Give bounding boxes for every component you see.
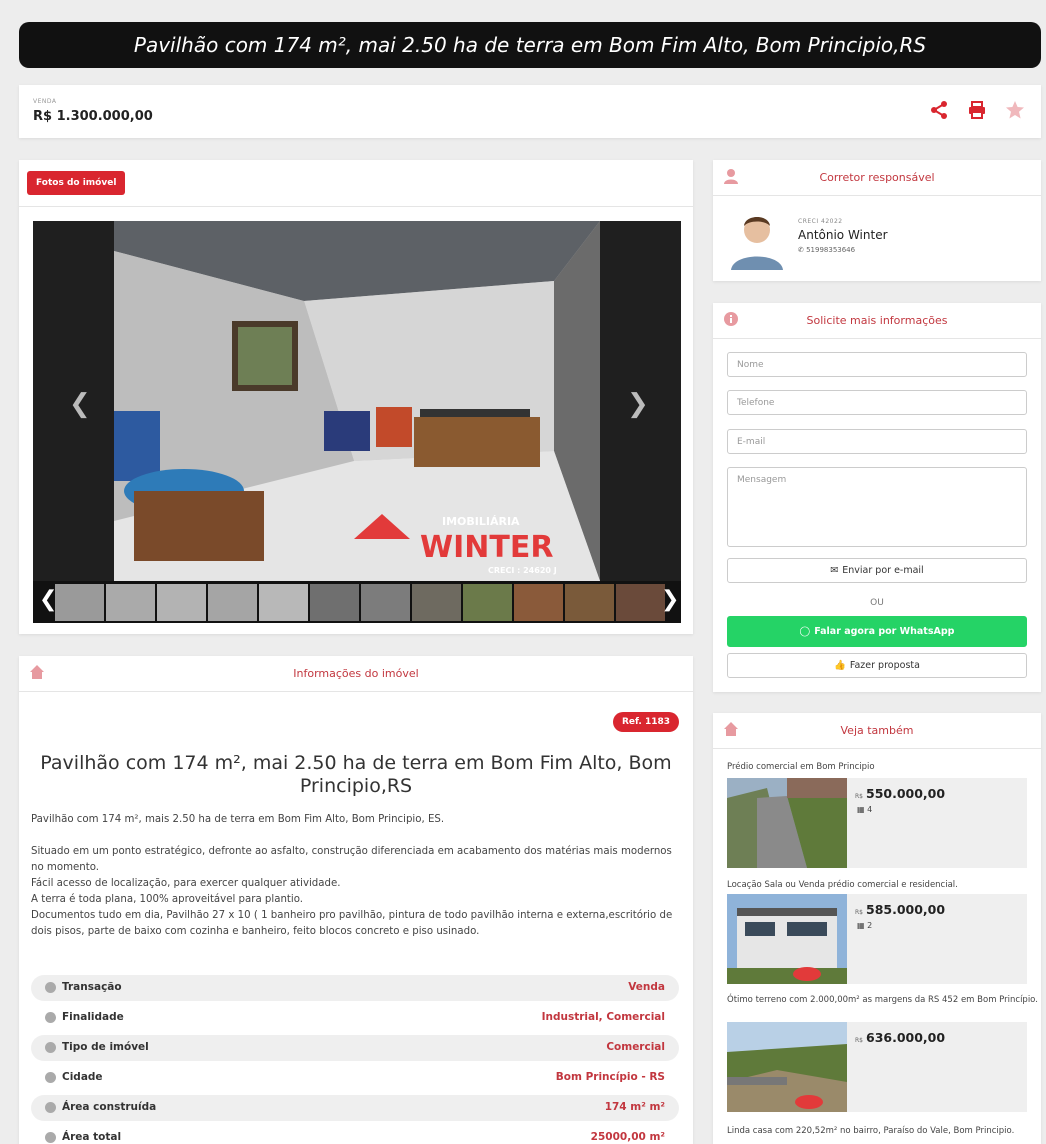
related-properties-card: Veja também Prédio comercial em Bom Prin… [713,713,1041,1144]
thumbnail[interactable] [55,584,104,621]
share-icon[interactable] [929,100,949,120]
broker-phone[interactable]: ✆ 51998353646 [798,246,855,254]
form-section-title: Solicite mais informações [806,314,948,327]
whatsapp-button[interactable]: ◯ Falar agora por WhatsApp [727,616,1027,647]
watermark-name: WINTER [420,530,553,565]
feature-row-tipo: Tipo de imóvel Comercial [31,1035,679,1061]
broker-card: Corretor responsável CRECI 42022 Antônio… [713,160,1041,281]
send-email-button[interactable]: ✉ Enviar por e-mail [727,558,1027,583]
bullet-icon [45,1101,56,1113]
related-item[interactable]: R$ 550.000,00 ▦ 4 [727,778,1027,868]
message-field[interactable]: Mensagem [727,467,1027,547]
price-bar: VENDA R$ 1.300.000,00 [19,85,1041,138]
thumbnail[interactable] [565,584,614,621]
thumbnail[interactable] [463,584,512,621]
related-item-title[interactable]: Locação Sala ou Venda prédio comercial e… [727,880,1039,890]
bullet-icon [45,1011,56,1023]
print-icon[interactable] [967,100,987,120]
related-item[interactable]: R$ 636.000,00 [727,1022,1027,1112]
thumbnail[interactable] [208,584,257,621]
feature-row-area-total: Área total 25000,00 m² [31,1125,679,1144]
phone-field[interactable]: Telefone [727,390,1027,415]
thumbnail[interactable] [259,584,308,621]
building-icon: ▦ [857,805,868,814]
whatsapp-icon: ◯ [799,626,811,637]
price-value: R$ 1.300.000,00 [33,109,153,124]
make-proposal-button[interactable]: 👍 Fazer proposta [727,653,1027,678]
property-info-card: Informações do imóvel Ref. 1183 Pavilhão… [19,656,693,1144]
thumbnail[interactable] [106,584,155,621]
thumbnail[interactable] [412,584,461,621]
feature-row-cidade: Cidade Bom Princípio - RS [31,1065,679,1091]
building-icon: ▦ [857,921,868,930]
prev-photo-arrow[interactable]: ❮ [69,389,91,419]
related-item-photo [727,894,847,984]
broker-section-title: Corretor responsável [819,171,935,184]
related-section-title: Veja também [840,724,914,737]
bullet-icon [45,981,56,993]
related-item-title[interactable]: Prédio comercial em Bom Principio [727,762,1039,772]
related-item-title[interactable]: Ótimo terreno com 2.000,00m² as margens … [727,995,1039,1005]
price-label: VENDA [33,98,57,105]
photos-button[interactable]: Fotos do imóvel [27,171,126,195]
info-section-title: Informações do imóvel [293,667,419,680]
watermark-creci: CRECI : 24620 J [488,566,557,575]
bullet-icon [45,1071,56,1083]
or-separator: OU [870,598,884,608]
related-item-photo [727,1022,847,1112]
broker-name: Antônio Winter [798,228,888,242]
thumbnail[interactable] [361,584,410,621]
thumbs-next-arrow[interactable]: ❯ [661,587,679,612]
photo-gallery[interactable]: IMOBILIÁRIA WINTER CRECI : 24620 J ❮ ❯ ❮… [33,221,681,623]
bullet-icon [45,1041,56,1053]
avatar [729,206,785,270]
feature-row-finalidade: Finalidade Industrial, Comercial [31,1005,679,1031]
bullet-icon [45,1131,56,1143]
related-item-photo [727,778,847,868]
property-description: Pavilhão com 174 m², mais 2.50 ha de ter… [31,814,673,937]
name-field[interactable]: Nome [727,352,1027,377]
contact-form-card: Solicite mais informações Nome Telefone … [713,303,1041,692]
property-heading: Pavilhão com 174 m², mai 2.50 ha de terr… [40,752,672,797]
envelope-icon: ✉ [830,565,839,576]
thumbnail[interactable] [514,584,563,621]
thumbnail[interactable] [157,584,206,621]
related-item-title[interactable]: Linda casa com 220,52m² no bairro, Paraí… [727,1126,1039,1136]
main-photo: IMOBILIÁRIA WINTER CRECI : 24620 J [114,221,600,581]
broker-creci: CRECI 42022 [798,218,843,225]
page-title: Pavilhão com 174 m², mai 2.50 ha de terr… [133,33,927,57]
related-item[interactable]: R$ 585.000,00 ▦ 2 [727,894,1027,984]
thumbnail[interactable] [310,584,359,621]
next-photo-arrow[interactable]: ❯ [627,389,649,419]
reference-badge: Ref. 1183 [612,712,679,732]
feature-row-area-construida: Área construída 174 m² m² [31,1095,679,1121]
feature-row-transacao: Transação Venda [31,975,679,1001]
phone-icon: ✆ [798,246,807,254]
watermark-brand: IMOBILIÁRIA [442,515,520,528]
thumbs-up-icon: 👍 [834,660,846,671]
favorite-star-icon[interactable] [1005,100,1025,120]
email-field[interactable]: E-mail [727,429,1027,454]
photos-card: Fotos do imóvel IMOBILIÁRIA WINTER CRECI… [19,160,693,634]
thumbnail-strip: ❮ ❯ [33,581,681,623]
page-title-bar: Pavilhão com 174 m², mai 2.50 ha de terr… [19,22,1041,68]
thumbnail[interactable] [616,584,665,621]
